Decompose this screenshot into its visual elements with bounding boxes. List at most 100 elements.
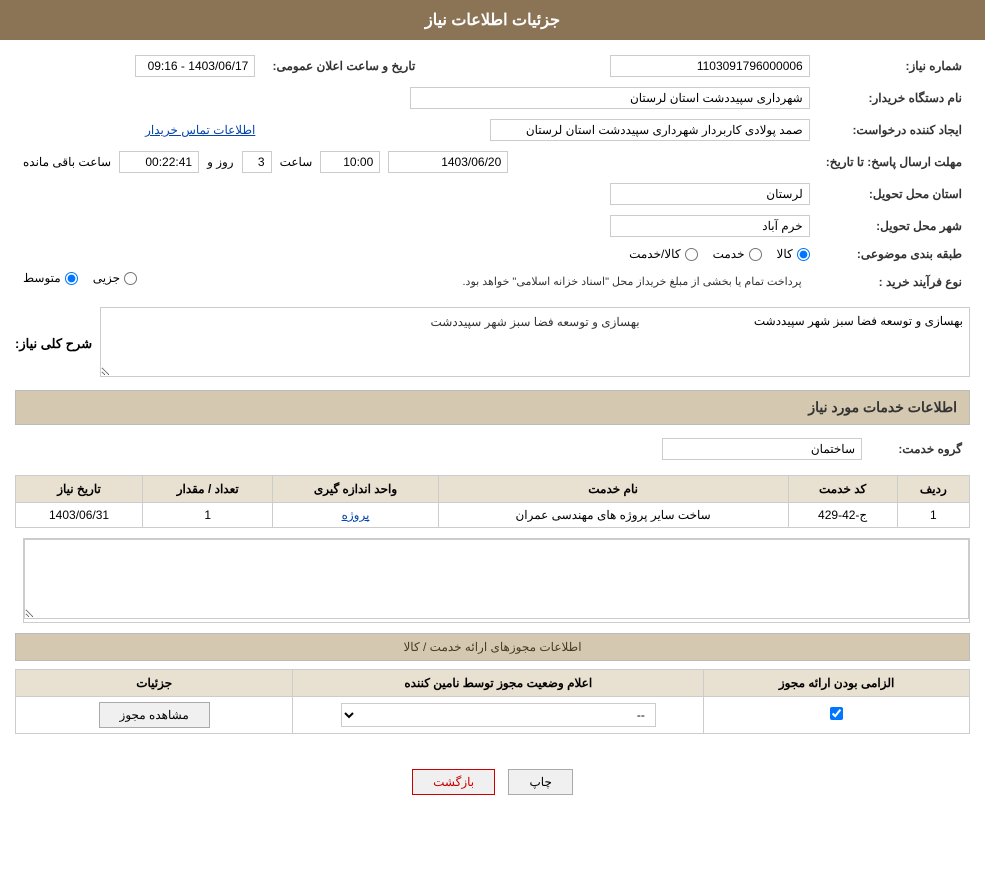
cell-quantity: 1	[143, 503, 273, 528]
unit-link[interactable]: پروژه	[342, 508, 370, 522]
process-radio-jozyi-input[interactable]	[124, 272, 137, 285]
notice-number-value	[423, 50, 817, 82]
table-row: 1 ج-42-429 ساخت سایر پروژه های مهندسی عم…	[16, 503, 970, 528]
general-desc-watermark-area: بهسازی و توسعه فضا سبز شهر سپیددشت	[100, 307, 970, 380]
services-section-header: اطلاعات خدمات مورد نیاز	[15, 390, 970, 425]
service-group-row: گروه خدمت:	[15, 433, 970, 465]
row-creator: ایجاد کننده درخواست: اطلاعات تماس خریدار	[15, 114, 970, 146]
process-type-label: نوع فرآیند خرید :	[818, 266, 970, 297]
general-desc-section: شرح کلی نیاز: بهسازی و توسعه فضا سبز شهر…	[15, 307, 970, 380]
contact-link[interactable]: اطلاعات تماس خریدار	[145, 123, 255, 137]
notice-number-label: شماره نیاز:	[818, 50, 970, 82]
category-radio-kala-input[interactable]	[797, 248, 810, 261]
permission-status-cell: --	[293, 697, 704, 734]
row-notice-number: شماره نیاز: تاریخ و ساعت اعلان عمومی:	[15, 50, 970, 82]
buyer-notes-box	[23, 538, 970, 623]
announce-datetime-value	[15, 50, 263, 82]
response-time-input[interactable]	[320, 151, 380, 173]
service-group-input[interactable]	[662, 438, 862, 460]
process-note: پرداخت تمام یا بخشی از مبلغ خریداز محل "…	[157, 271, 810, 292]
response-remaining-input[interactable]	[119, 151, 199, 173]
cell-row-num: 1	[897, 503, 969, 528]
general-desc-textarea[interactable]	[100, 307, 970, 377]
buyer-notes-area	[23, 538, 970, 623]
row-category: طبقه بندی موضوعی: کالا/خدمت خدمت کالا	[15, 242, 970, 266]
buyer-org-label: نام دستگاه خریدار:	[818, 82, 970, 114]
services-table-head: ردیف کد خدمت نام خدمت واحد اندازه گیری ت…	[16, 476, 970, 503]
buyer-notes-section	[15, 538, 970, 623]
permission-status-select[interactable]: --	[341, 703, 656, 727]
announce-datetime-input[interactable]	[135, 55, 255, 77]
category-khedmat-label: خدمت	[713, 247, 745, 261]
col-unit: واحد اندازه گیری	[273, 476, 438, 503]
services-table: ردیف کد خدمت نام خدمت واحد اندازه گیری ت…	[15, 475, 970, 528]
category-radio-kala-khedmat-input[interactable]	[685, 248, 698, 261]
row-process-type: نوع فرآیند خرید : متوسط جزیی	[15, 266, 970, 297]
process-motawaset-label: متوسط	[23, 271, 61, 285]
response-deadline-label: مهلت ارسال پاسخ: تا تاریخ:	[818, 146, 970, 178]
process-type-group: متوسط جزیی پرداخت تمام یا بخشی از مبلغ خ…	[23, 271, 810, 292]
col-date: تاریخ نیاز	[16, 476, 143, 503]
buyer-org-input[interactable]	[410, 87, 810, 109]
creator-value	[263, 114, 817, 146]
service-group-label: گروه خدمت:	[870, 433, 970, 465]
footer-buttons: چاپ بازگشت	[15, 754, 970, 810]
cell-date: 1403/06/31	[16, 503, 143, 528]
category-radio-khedmat-input[interactable]	[749, 248, 762, 261]
category-kala-khedmat-label: کالا/خدمت	[629, 247, 680, 261]
response-days-label: روز و	[207, 155, 234, 169]
delivery-city-input[interactable]	[610, 215, 810, 237]
category-radio-group: کالا/خدمت خدمت کالا	[23, 247, 810, 261]
general-desc-label: شرح کلی نیاز:	[15, 336, 92, 352]
permissions-header: اطلاعات مجوزهای ارائه خدمت / کالا	[15, 633, 970, 661]
category-options: کالا/خدمت خدمت کالا	[15, 242, 818, 266]
permissions-row: -- مشاهده مجوز	[16, 697, 970, 734]
back-button[interactable]: بازگشت	[412, 769, 495, 795]
row-buyer-org: نام دستگاه خریدار:	[15, 82, 970, 114]
permissions-header-text: اطلاعات مجوزهای ارائه خدمت / کالا	[403, 640, 581, 654]
announce-datetime-label: تاریخ و ساعت اعلان عمومی:	[263, 50, 423, 82]
permissions-table-body: -- مشاهده مجوز	[16, 697, 970, 734]
delivery-province-input[interactable]	[610, 183, 810, 205]
row-response-deadline: مهلت ارسال پاسخ: تا تاریخ: ساعت باقی مان…	[15, 146, 970, 178]
response-deadline-value: ساعت باقی مانده روز و ساعت	[15, 146, 818, 178]
service-group-table: گروه خدمت:	[15, 433, 970, 465]
category-radio-kala-khedmat: کالا/خدمت	[629, 247, 697, 261]
row-province: استان محل تحویل:	[15, 178, 970, 210]
col-row-num: ردیف	[897, 476, 969, 503]
view-permission-button[interactable]: مشاهده مجوز	[99, 702, 210, 728]
cell-service-code: ج-42-429	[788, 503, 897, 528]
response-date-input[interactable]	[388, 151, 508, 173]
delivery-city-label: شهر محل تحویل:	[818, 210, 970, 242]
creator-input[interactable]	[490, 119, 810, 141]
category-radio-khedmat: خدمت	[713, 247, 762, 261]
response-remaining-label: ساعت باقی مانده	[23, 155, 111, 169]
category-kala-label: کالا	[777, 247, 793, 261]
col-service-code: کد خدمت	[788, 476, 897, 503]
buyer-notes-textarea[interactable]	[24, 539, 969, 619]
response-time-label: ساعت	[280, 155, 313, 169]
info-table: شماره نیاز: تاریخ و ساعت اعلان عمومی: نا…	[15, 50, 970, 297]
col-details: جزئیات	[16, 670, 293, 697]
cell-unit: پروژه	[273, 503, 438, 528]
response-days-input[interactable]	[242, 151, 272, 173]
col-quantity: تعداد / مقدار	[143, 476, 273, 503]
delivery-province-label: استان محل تحویل:	[818, 178, 970, 210]
permission-required-checkbox[interactable]	[830, 707, 843, 720]
delivery-province-value	[15, 178, 818, 210]
print-button[interactable]: چاپ	[508, 769, 572, 795]
row-city: شهر محل تحویل:	[15, 210, 970, 242]
permission-details-cell: مشاهده مجوز	[16, 697, 293, 734]
creator-label: ایجاد کننده درخواست:	[818, 114, 970, 146]
delivery-city-value	[15, 210, 818, 242]
page-header: جزئیات اطلاعات نیاز	[0, 0, 985, 40]
contact-link-cell: اطلاعات تماس خریدار	[15, 114, 263, 146]
services-table-header-row: ردیف کد خدمت نام خدمت واحد اندازه گیری ت…	[16, 476, 970, 503]
buyer-org-value	[15, 82, 818, 114]
col-service-name: نام خدمت	[438, 476, 788, 503]
process-radio-jozyi: جزیی	[93, 271, 137, 285]
notice-number-input[interactable]	[610, 55, 810, 77]
general-desc-inner: شرح کلی نیاز: بهسازی و توسعه فضا سبز شهر…	[15, 307, 970, 380]
cell-service-name: ساخت سایر پروژه های مهندسی عمران	[438, 503, 788, 528]
process-radio-motawaset-input[interactable]	[65, 272, 78, 285]
